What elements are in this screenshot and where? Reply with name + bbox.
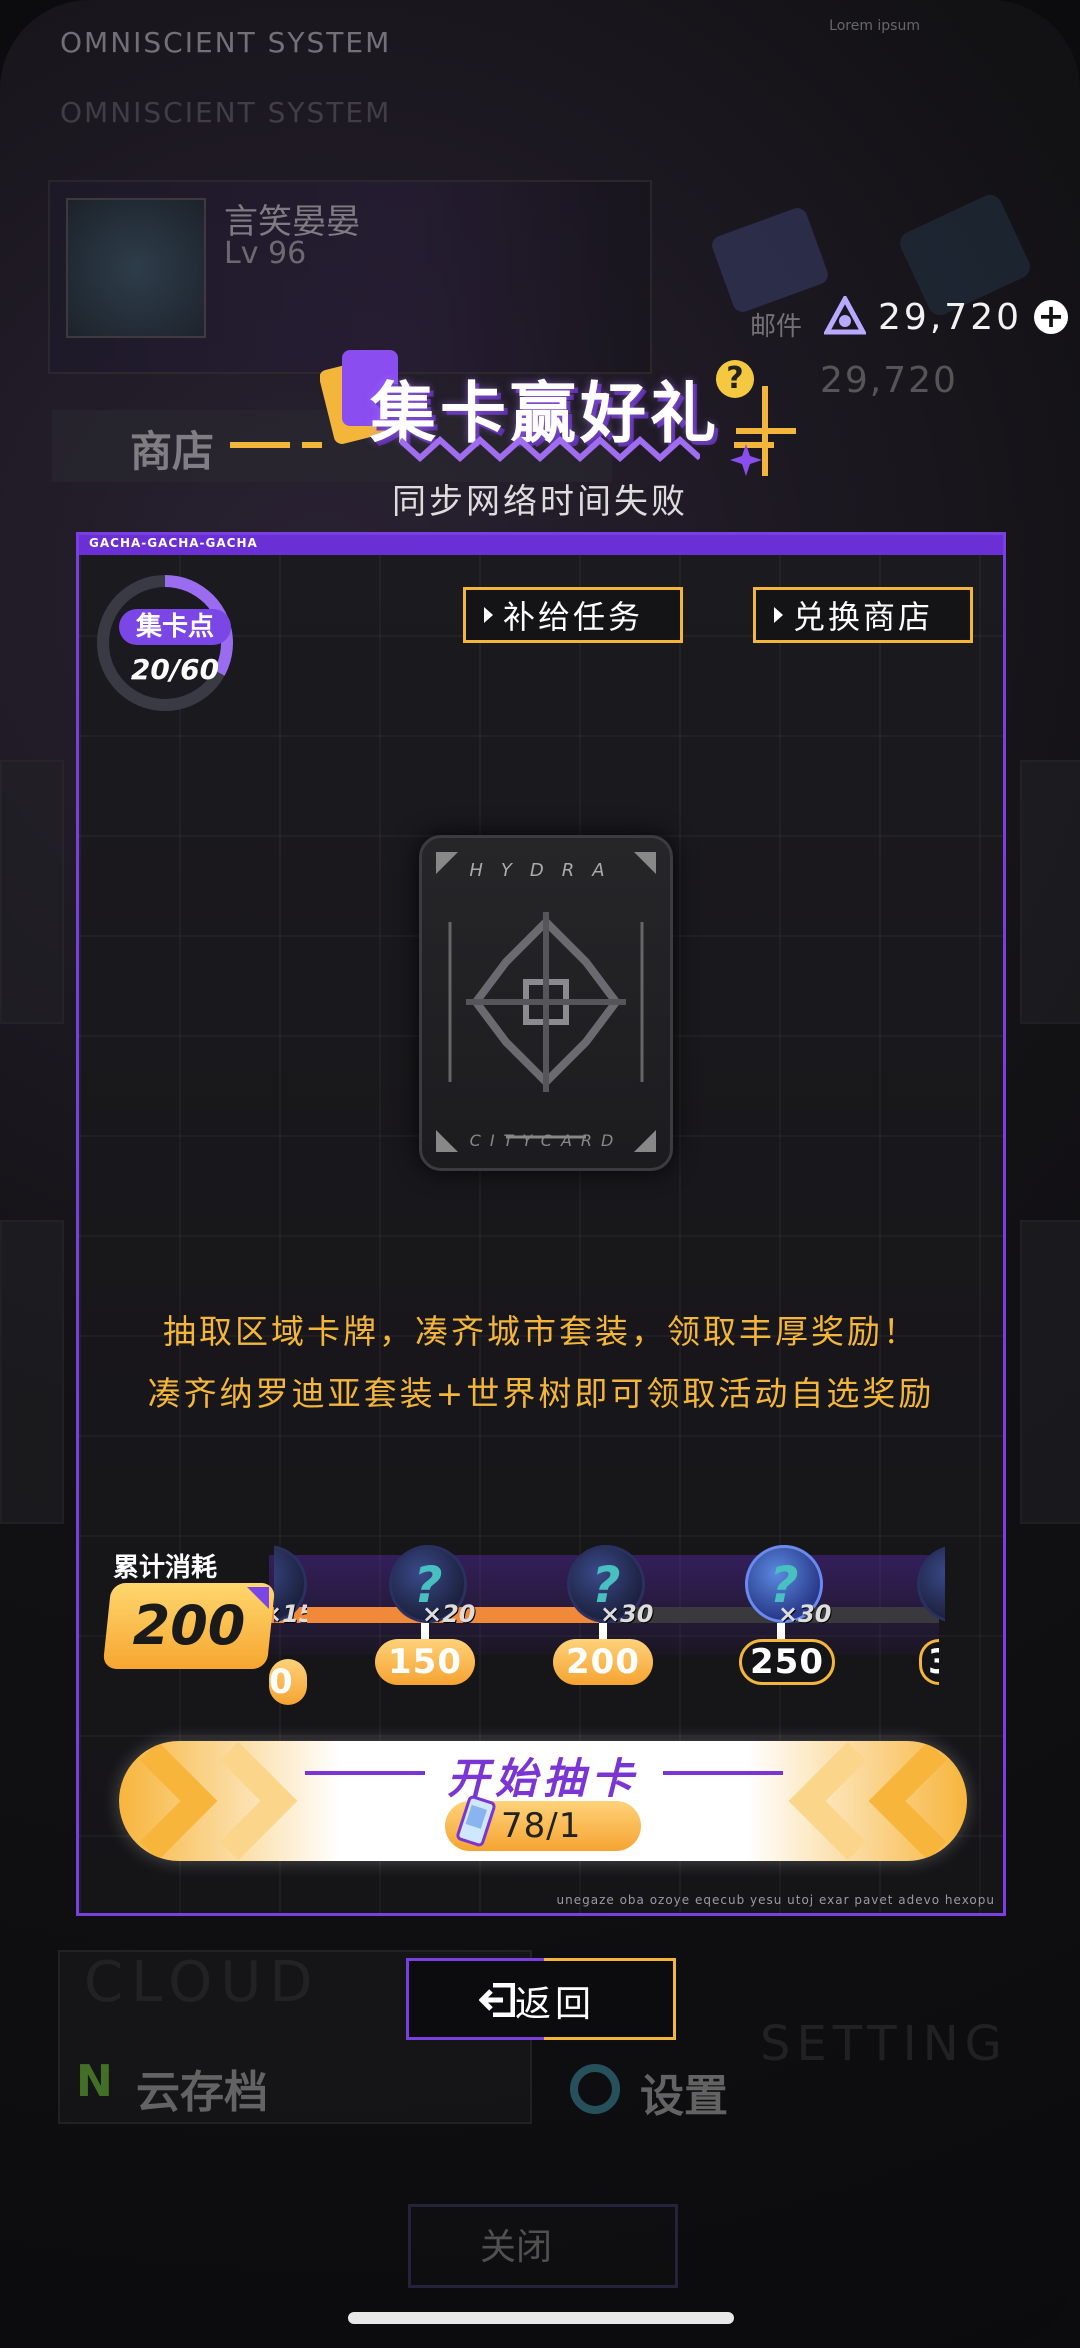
bg-cloud-title: CLOUD	[84, 1950, 321, 2015]
bg-close-label: 关闭	[480, 2227, 553, 2268]
cumulative-label: 累计消耗	[113, 1553, 218, 1583]
help-button[interactable]: ?	[716, 360, 754, 398]
card-points-value: 20/60	[130, 653, 220, 686]
milestone-threshold: 150	[375, 1639, 475, 1685]
milestone-stem	[599, 1623, 607, 1639]
exchange-shop-label: 兑换商店	[793, 598, 934, 636]
panel-header-bar: GACHA-GACHA-GACHA	[79, 535, 1003, 555]
arrow-right-icon	[774, 607, 783, 623]
bg-system-title: OMNISCIENT SYSTEM	[60, 26, 392, 59]
currency-value: 29,720	[878, 296, 1022, 338]
bg-cloud-letter: N	[76, 2056, 113, 2107]
card-bottom-text: CITYCARD	[469, 1131, 623, 1150]
back-button[interactable]: 返回	[406, 1958, 676, 2040]
card-points-label: 集卡点	[119, 609, 231, 645]
milestone-stem	[421, 1623, 429, 1639]
reward-coin[interactable]: ? ×20	[389, 1545, 476, 1628]
cumulative-value: 200	[132, 1594, 246, 1657]
supply-task-button[interactable]: 补给任务	[463, 587, 683, 643]
bg-avatar	[66, 198, 206, 338]
bg-system-title-shadow: OMNISCIENT SYSTEM	[60, 96, 392, 129]
exit-icon	[479, 1983, 515, 2017]
milestone-threshold: 250	[739, 1639, 835, 1685]
supply-task-label: 补给任务	[503, 598, 644, 636]
sparkle-icon	[730, 386, 796, 476]
milestone-stem	[777, 1623, 785, 1639]
start-draw-button[interactable]: 开始抽卡 78/1	[119, 1741, 967, 1861]
bg-setting-title: SETTING	[760, 2016, 1008, 2072]
gacha-panel: GACHA-GACHA-GACHA 集卡点 20/60 补给任务 兑换商店 HY…	[76, 532, 1006, 1916]
description-line-1: 抽取区域卡牌，凑齐城市套装，领取丰厚奖励！	[163, 1312, 919, 1351]
reward-coin[interactable]: ? ×30	[745, 1545, 832, 1628]
back-label: 返回	[515, 1984, 596, 2025]
bg-tile	[0, 1220, 64, 1524]
bg-tile	[1020, 760, 1080, 1024]
reward-coin[interactable]: ? ×30	[567, 1545, 654, 1628]
bg-player-level: Lv 96	[224, 236, 307, 271]
currency-display: 29,720 +	[822, 293, 1068, 338]
panel-header-text: GACHA-GACHA-GACHA	[89, 536, 258, 550]
screen: OMNISCIENT SYSTEM OMNISCIENT SYSTEM Lore…	[0, 0, 1080, 2348]
ticket-count: 78/1	[501, 1806, 582, 1846]
currency-icon	[822, 293, 868, 338]
bg-mail-icon	[709, 205, 831, 315]
bg-cloud-label: 云存档	[136, 2067, 268, 2118]
reward-coin[interactable]	[917, 1545, 945, 1623]
city-card-back[interactable]: HYDRA CITYCARD	[419, 835, 673, 1171]
card-emblem-icon	[436, 852, 656, 1152]
reward-multiplier: ×30	[778, 1600, 832, 1628]
cumulative-spend-badge: 累计消耗 200	[102, 1547, 277, 1669]
panel-footer-text: unegaze oba ozoye eqecub yesu utoj exar …	[556, 1893, 995, 1907]
ticket-icon	[456, 1795, 496, 1847]
title-zigzag	[400, 436, 700, 462]
arrow-right-icon	[484, 607, 493, 623]
bg-shop-label: 商店	[130, 427, 215, 476]
exchange-shop-button[interactable]: 兑换商店	[753, 587, 973, 643]
bg-tiny-label: Lorem ipsum	[829, 18, 920, 34]
description-line-2: 凑齐纳罗迪亚套装+世界树即可领取活动自选奖励	[147, 1374, 935, 1413]
sync-error-text: 同步网络时间失败	[392, 482, 688, 522]
bg-tile	[0, 760, 64, 1024]
bg-setting-label: 设置	[640, 2071, 728, 2122]
start-draw-label: 开始抽卡	[446, 1754, 639, 1803]
bg-tile	[1020, 1220, 1080, 1524]
reward-multiplier: ×30	[600, 1600, 654, 1628]
add-currency-button[interactable]: +	[1034, 300, 1068, 334]
home-indicator[interactable]	[348, 2312, 734, 2324]
milestone-threshold: 200	[553, 1639, 653, 1685]
reward-multiplier: ×20	[422, 1600, 476, 1628]
bg-currency-shadow: 29,720	[820, 360, 958, 401]
bg-gear-icon	[570, 2064, 620, 2114]
